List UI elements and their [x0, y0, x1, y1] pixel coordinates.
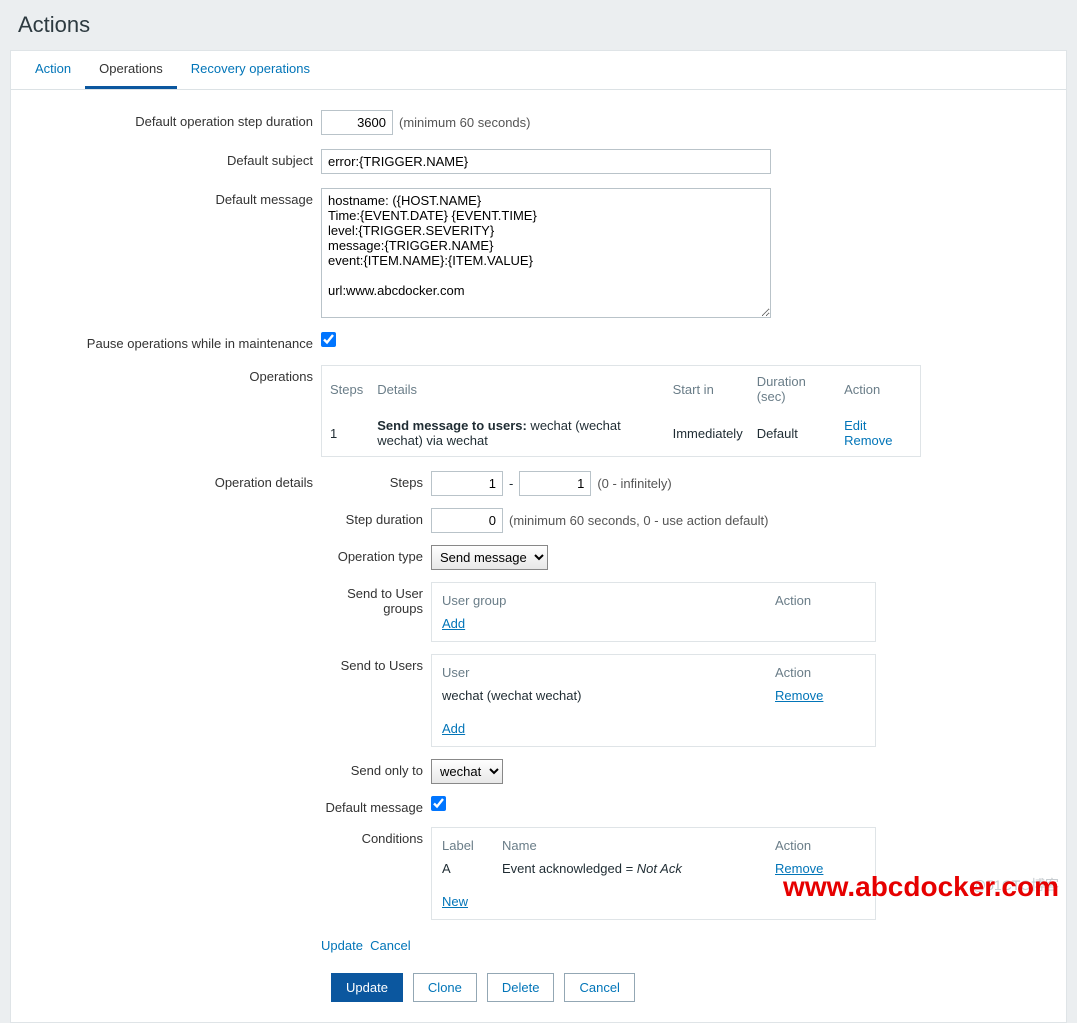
cancel-button[interactable]: Cancel [564, 973, 634, 1002]
label-duration: Default operation step duration [41, 110, 321, 129]
link-op-cancel[interactable]: Cancel [370, 938, 410, 953]
table-row: 1 Send message to users: wechat (wechat … [324, 412, 918, 454]
th-condname: Name [502, 838, 775, 853]
cond-label: A [442, 861, 502, 876]
cell-start: Immediately [667, 412, 749, 454]
label-subject: Default subject [41, 149, 321, 168]
th-details: Details [371, 368, 664, 410]
input-stepdur[interactable] [431, 508, 503, 533]
clone-button[interactable]: Clone [413, 973, 477, 1002]
watermark-url: www.abcdocker.com [783, 871, 1059, 903]
link-op-update[interactable]: Update [321, 938, 363, 953]
textarea-message[interactable]: hostname: ({HOST.NAME} Time:{EVENT.DATE}… [321, 188, 771, 318]
select-optype[interactable]: Send message [431, 545, 548, 570]
cell-steps: 1 [324, 412, 369, 454]
th-user: User [442, 665, 775, 680]
hint-stepdur: (minimum 60 seconds, 0 - use action defa… [509, 513, 768, 528]
label-sendonly: Send only to [321, 759, 431, 778]
link-add-group[interactable]: Add [442, 616, 465, 631]
th-usergroup: User group [442, 593, 775, 608]
page-title: Actions [0, 0, 1077, 50]
th-start: Start in [667, 368, 749, 410]
update-button[interactable]: Update [331, 973, 403, 1002]
tab-action[interactable]: Action [21, 51, 85, 89]
input-subject[interactable] [321, 149, 771, 174]
th-condlabel: Label [442, 838, 502, 853]
th-action: Action [838, 368, 918, 410]
cell-details: Send message to users: wechat (wechat we… [371, 412, 664, 454]
th-uaction: Action [775, 665, 865, 680]
label-message: Default message [41, 188, 321, 207]
checkbox-pause[interactable] [321, 332, 336, 347]
button-bar: Update Clone Delete Cancel [41, 973, 1036, 1002]
label-steps: Steps [321, 471, 431, 490]
label-pause: Pause operations while in maintenance [41, 332, 321, 351]
label-stepdur: Step duration [321, 508, 431, 527]
tab-operations[interactable]: Operations [85, 51, 177, 89]
panel-usergroups: User group Action Add [431, 582, 876, 642]
label-sendgroups: Send to User groups [321, 582, 431, 616]
input-duration[interactable] [321, 110, 393, 135]
cond-name: Event acknowledged = Not Ack [502, 861, 775, 876]
input-step-from[interactable] [431, 471, 503, 496]
label-opdetails: Operation details [41, 471, 321, 490]
label-conditions: Conditions [321, 827, 431, 846]
hint-inf: (0 - infinitely) [597, 476, 671, 491]
input-step-to[interactable] [519, 471, 591, 496]
select-sendonly[interactable]: wechat [431, 759, 503, 784]
th-condaction: Action [775, 838, 865, 853]
label-optype: Operation type [321, 545, 431, 564]
link-edit[interactable]: Edit [844, 418, 866, 433]
label-sendusers: Send to Users [321, 654, 431, 673]
label-defmsg: Default message [321, 796, 431, 815]
th-ugaction: Action [775, 593, 865, 608]
tab-recovery[interactable]: Recovery operations [177, 51, 324, 89]
checkbox-defmsg[interactable] [431, 796, 446, 811]
cell-action: Edit Remove [838, 412, 918, 454]
th-steps: Steps [324, 368, 369, 410]
panel-users: User Action wechat (wechat wechat) Remov… [431, 654, 876, 747]
delete-button[interactable]: Delete [487, 973, 555, 1002]
operations-table: Steps Details Start in Duration (sec) Ac… [321, 365, 921, 457]
link-new-cond[interactable]: New [442, 894, 468, 909]
link-add-user[interactable]: Add [442, 721, 465, 736]
hint-min60: (minimum 60 seconds) [399, 115, 531, 130]
user-entry: wechat (wechat wechat) [442, 688, 775, 703]
th-dur: Duration (sec) [751, 368, 836, 410]
link-remove-user[interactable]: Remove [775, 688, 823, 703]
label-operations: Operations [41, 365, 321, 384]
link-remove[interactable]: Remove [844, 433, 892, 448]
tabs: Action Operations Recovery operations [11, 51, 1066, 90]
cell-dur: Default [751, 412, 836, 454]
